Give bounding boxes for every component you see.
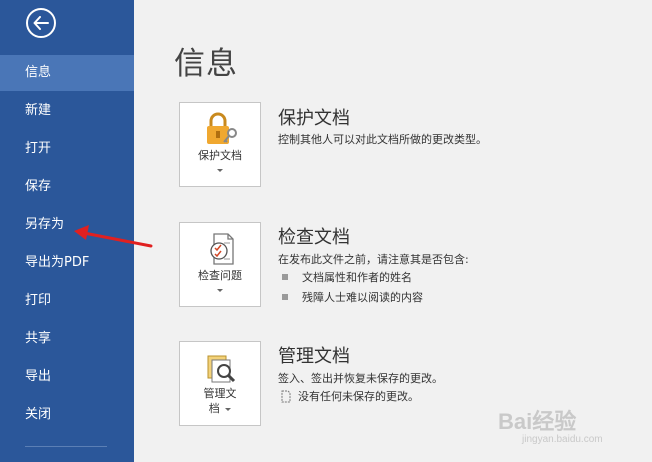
manage-document-description: 签入、签出并恢复未保存的更改。 bbox=[278, 372, 443, 385]
sidebar: 信息 新建 打开 保存 另存为 导出为PDF 打印 共享 导出 关闭 bbox=[0, 0, 134, 462]
dropdown-caret-icon bbox=[217, 289, 223, 292]
manage-document-button-label: 管理文 档 bbox=[180, 386, 260, 416]
list-item: 残障人士难以阅读的内容 bbox=[282, 289, 423, 305]
back-arrow-icon bbox=[33, 16, 49, 30]
note-text: 没有任何未保存的更改。 bbox=[298, 390, 419, 403]
check-issues-button-label: 检查问题 bbox=[198, 269, 242, 282]
dropdown-caret-icon bbox=[225, 407, 232, 411]
sidebar-item-export-pdf[interactable]: 导出为PDF bbox=[0, 245, 134, 281]
protect-document-description: 控制其他人可以对此文档所做的更改类型。 bbox=[278, 133, 487, 146]
manage-label-line2-text: 档 bbox=[208, 402, 220, 415]
manage-documents-icon bbox=[207, 355, 236, 383]
inspect-document-title: 检查文档 bbox=[278, 227, 350, 248]
sidebar-divider bbox=[25, 446, 107, 447]
manage-label-line2: 档 bbox=[180, 401, 260, 416]
manage-label-line1: 管理文 bbox=[203, 387, 237, 400]
unsaved-changes-note: 没有任何未保存的更改。 bbox=[280, 388, 419, 404]
bullet-text: 残障人士难以阅读的内容 bbox=[302, 291, 423, 304]
manage-document-button[interactable]: 管理文 档 bbox=[179, 341, 261, 426]
protect-document-button[interactable]: 保护文档 bbox=[179, 102, 261, 187]
main-panel: 信息 保护文档 保护文档 控制其他人可以对此文档所做的更改类型。 检查问题 检查… bbox=[134, 0, 652, 462]
sidebar-item-close[interactable]: 关闭 bbox=[0, 397, 134, 433]
sidebar-item-save-as[interactable]: 另存为 bbox=[0, 207, 134, 243]
sidebar-item-export[interactable]: 导出 bbox=[0, 359, 134, 395]
sidebar-item-print[interactable]: 打印 bbox=[0, 283, 134, 319]
protect-document-button-label: 保护文档 bbox=[198, 149, 242, 162]
sidebar-item-info[interactable]: 信息 bbox=[0, 55, 134, 91]
bullet-icon bbox=[282, 274, 288, 280]
sidebar-item-save[interactable]: 保存 bbox=[0, 169, 134, 205]
sidebar-item-open[interactable]: 打开 bbox=[0, 131, 134, 167]
inspect-document-description: 在发布此文件之前，请注意其是否包含: bbox=[278, 253, 469, 266]
protect-document-title: 保护文档 bbox=[278, 108, 350, 129]
check-issues-button[interactable]: 检查问题 bbox=[179, 222, 261, 307]
list-item: 文档属性和作者的姓名 bbox=[282, 269, 412, 285]
lock-key-icon bbox=[207, 112, 237, 144]
manage-document-title: 管理文档 bbox=[278, 346, 350, 367]
bullet-icon bbox=[282, 294, 288, 300]
bullet-text: 文档属性和作者的姓名 bbox=[302, 271, 412, 284]
document-icon bbox=[281, 390, 291, 402]
sidebar-item-share[interactable]: 共享 bbox=[0, 321, 134, 357]
sidebar-item-new[interactable]: 新建 bbox=[0, 93, 134, 129]
document-check-icon bbox=[210, 233, 234, 265]
dropdown-caret-icon bbox=[217, 169, 223, 172]
page-title: 信息 bbox=[174, 46, 238, 82]
back-button[interactable] bbox=[26, 8, 56, 38]
